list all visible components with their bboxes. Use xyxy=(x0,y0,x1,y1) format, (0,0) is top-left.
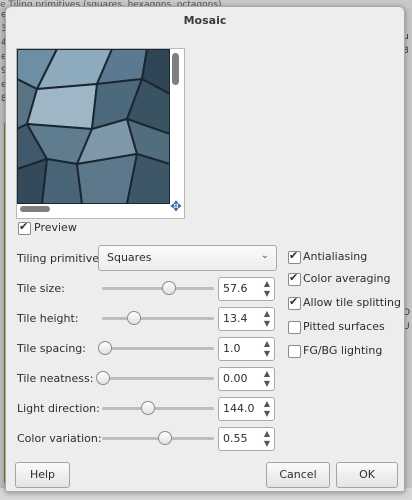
pitted-surfaces-label: Pitted surfaces xyxy=(303,320,385,333)
tile-size-label: Tile size: xyxy=(17,282,65,295)
tiling-primitives-select[interactable]: Squares ⌄ xyxy=(98,245,277,271)
navigate-move-icon[interactable]: ✥ xyxy=(169,200,183,214)
spin-up-icon[interactable]: ▲ xyxy=(262,369,272,378)
light-direction-label: Light direction: xyxy=(17,402,100,415)
tile-neatness-slider[interactable] xyxy=(96,371,214,385)
slider-handle[interactable] xyxy=(140,401,155,415)
preview-horizontal-scrollbar[interactable] xyxy=(20,206,50,212)
help-button[interactable]: Help xyxy=(15,462,70,488)
tile-neatness-value: 0.00 xyxy=(223,372,248,385)
tiling-primitives-label: Tiling primitives: xyxy=(17,252,109,265)
antialiasing-checkbox[interactable] xyxy=(288,249,301,264)
tile-spacing-value: 1.0 xyxy=(223,342,241,355)
antialiasing-label: Antialiasing xyxy=(303,250,368,263)
color-variation-value: 0.55 xyxy=(223,432,248,445)
cancel-button[interactable]: Cancel xyxy=(266,462,330,488)
allow-tile-splitting-checkbox[interactable] xyxy=(288,295,301,310)
dialog-title: Mosaic xyxy=(183,14,227,27)
spin-down-icon[interactable]: ▼ xyxy=(262,349,272,358)
color-averaging-checkbox[interactable] xyxy=(288,271,301,286)
preview-image[interactable] xyxy=(17,49,170,204)
slider-handle[interactable] xyxy=(96,371,110,385)
tile-spacing-label: Tile spacing: xyxy=(17,342,86,355)
fg-bg-lighting-checkbox[interactable] xyxy=(288,345,301,358)
preview-label: Preview xyxy=(34,221,77,234)
tile-height-spinbox[interactable]: 13.4 ▲ ▼ xyxy=(218,307,275,331)
ok-button[interactable]: OK xyxy=(336,462,398,488)
tile-spacing-slider[interactable] xyxy=(98,341,214,355)
light-direction-value: 144.0 xyxy=(223,402,255,415)
spin-up-icon[interactable]: ▲ xyxy=(262,309,272,318)
spin-down-icon[interactable]: ▼ xyxy=(262,319,272,328)
slider-handle[interactable] xyxy=(162,281,177,295)
allow-tile-splitting-label: Allow tile splitting xyxy=(303,296,402,309)
tile-size-value: 57.6 xyxy=(223,282,248,295)
spin-up-icon[interactable]: ▲ xyxy=(262,429,272,438)
slider-handle[interactable] xyxy=(157,431,172,445)
color-variation-slider[interactable] xyxy=(102,431,214,445)
light-direction-spinbox[interactable]: 144.0 ▲ ▼ xyxy=(218,397,275,421)
preview-vertical-scrollbar[interactable] xyxy=(172,53,179,85)
tile-height-slider[interactable] xyxy=(102,311,214,325)
tile-spacing-spinbox[interactable]: 1.0 ▲ ▼ xyxy=(218,337,275,361)
light-direction-slider[interactable] xyxy=(102,401,214,415)
spin-up-icon[interactable]: ▲ xyxy=(262,399,272,408)
mosaic-dialog: Mosaic ✥ ✔ Preview Tiling primitives: Sq… xyxy=(5,6,405,492)
tile-size-spinbox[interactable]: 57.6 ▲ ▼ xyxy=(218,277,275,301)
pitted-surfaces-checkbox[interactable] xyxy=(288,321,301,334)
spin-down-icon[interactable]: ▼ xyxy=(262,409,272,418)
spin-down-icon[interactable]: ▼ xyxy=(262,289,272,298)
preview-area[interactable] xyxy=(16,48,185,219)
tile-size-slider[interactable] xyxy=(102,281,214,295)
tile-neatness-label: Tile neatness: xyxy=(17,372,94,385)
tile-neatness-spinbox[interactable]: 0.00 ▲ ▼ xyxy=(218,367,275,391)
slider-handle[interactable] xyxy=(127,311,142,325)
spin-up-icon[interactable]: ▲ xyxy=(262,339,272,348)
tiling-primitives-value: Squares xyxy=(107,251,152,264)
preview-checkbox[interactable] xyxy=(18,220,31,235)
chevron-down-icon: ⌄ xyxy=(260,250,269,261)
color-variation-spinbox[interactable]: 0.55 ▲ ▼ xyxy=(218,427,275,451)
slider-handle[interactable] xyxy=(98,341,113,355)
color-variation-label: Color variation: xyxy=(17,432,102,445)
tile-height-label: Tile height: xyxy=(17,312,79,325)
tile-height-value: 13.4 xyxy=(223,312,248,325)
spin-up-icon[interactable]: ▲ xyxy=(262,279,272,288)
fg-bg-lighting-label: FG/BG lighting xyxy=(303,344,383,357)
spin-down-icon[interactable]: ▼ xyxy=(262,379,272,388)
spin-down-icon[interactable]: ▼ xyxy=(262,439,272,448)
color-averaging-label: Color averaging xyxy=(303,272,391,285)
